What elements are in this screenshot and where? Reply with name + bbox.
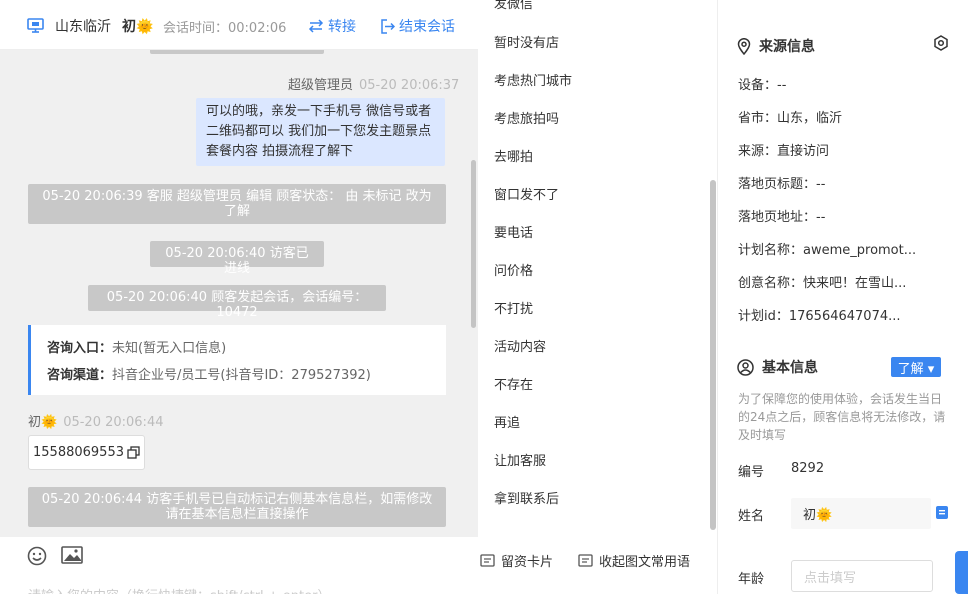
- quick-reply-item[interactable]: 暂时没有店: [494, 32, 559, 51]
- system-message-session-start: 05-20 20:06:40 顾客发起会话，会话编号：10472: [88, 285, 386, 320]
- consult-channel-label: 咨询渠道：: [47, 368, 113, 383]
- quick-reply-panel: 发微信 暂时没有店 考虑热门城市 考虑旅拍吗 去哪拍 窗口发不了 要电话 问价格…: [478, 0, 718, 594]
- visitor-sender-name: 初🌞: [28, 415, 58, 430]
- quick-reply-item[interactable]: 去哪拍: [494, 146, 533, 165]
- quick-reply-item[interactable]: 发微信: [494, 0, 533, 12]
- image-upload-icon[interactable]: [61, 546, 83, 564]
- user-circle-icon: [737, 358, 754, 376]
- copy-name-icon[interactable]: [935, 505, 949, 520]
- age-input[interactable]: 点击填写: [791, 560, 933, 592]
- exit-icon: [380, 18, 395, 34]
- visitor-message-meta: 初🌞 05-20 20:06:44: [28, 411, 163, 430]
- session-time: 会话时间：00:02:06: [163, 21, 287, 36]
- monitor-icon: [27, 18, 44, 33]
- name-field[interactable]: 初🌞: [791, 498, 931, 529]
- copy-icon[interactable]: [127, 446, 140, 459]
- source-info-header: 来源信息: [737, 36, 815, 56]
- quick-reply-item[interactable]: 拿到联系后: [494, 488, 559, 507]
- system-message-visitor-in: 05-20 20:06:40 访客已进线: [150, 241, 324, 276]
- plan-id-row: 计划id：176564647074...: [738, 309, 901, 324]
- settings-icon[interactable]: [933, 35, 949, 51]
- basic-info-header: 基本信息: [737, 357, 818, 377]
- plan-name-row: 计划名称：aweme_promot...: [738, 243, 917, 258]
- transfer-icon: [308, 19, 324, 33]
- location-pin-icon: [737, 37, 751, 55]
- system-message-status-change: 05-20 20:06:39 客服 超级管理员 编辑 顾客状态： 由 未标记 改…: [28, 184, 446, 224]
- quick-reply-item[interactable]: 考虑旅拍吗: [494, 108, 559, 127]
- visitor-location: 山东临沂: [55, 19, 111, 35]
- quick-reply-item[interactable]: 窗口发不了: [494, 184, 559, 203]
- landing-title-row: 落地页标题：--: [738, 177, 826, 192]
- device-row: 设备：--: [738, 78, 787, 93]
- chat-scrollbar[interactable]: [471, 160, 476, 328]
- transfer-label: 转接: [328, 19, 356, 35]
- end-session-button[interactable]: 结束会话: [380, 16, 455, 36]
- creative-name-row: 创意名称：快来吧！在雪山...: [738, 276, 907, 291]
- customer-status-dropdown[interactable]: 了解 ▾: [891, 357, 941, 377]
- quick-reply-item[interactable]: 问价格: [494, 260, 533, 279]
- agent-message-meta: 超级管理员 05-20 20:06:37: [288, 74, 459, 93]
- system-message-phone-marked: 05-20 20:06:44 访客手机号已自动标记右侧基本信息栏，如需修改请在基…: [28, 487, 446, 527]
- quick-reply-item[interactable]: 要电话: [494, 222, 533, 241]
- basic-info-title: 基本信息: [762, 360, 818, 376]
- consult-entry-label: 咨询入口：: [47, 341, 113, 356]
- id-label: 编号: [738, 465, 765, 480]
- province-row: 省市：山东，临沂: [738, 111, 843, 126]
- quick-reply-item[interactable]: 让加客服: [494, 450, 546, 469]
- quick-reply-item[interactable]: 活动内容: [494, 336, 546, 355]
- source-info-title: 来源信息: [759, 39, 815, 55]
- quick-reply-item[interactable]: 考虑热门城市: [494, 70, 572, 89]
- name-label: 姓名: [738, 509, 765, 524]
- collapse-rich-phrases-label: 收起图文常用语: [599, 555, 691, 570]
- message-icon: [578, 554, 593, 567]
- emoji-icon[interactable]: [27, 546, 47, 566]
- lead-card-label: 留资卡片: [501, 555, 554, 570]
- message-input-area[interactable]: 请输入您的内容（换行快捷键：shift/ctrl + enter）: [0, 537, 478, 594]
- lead-card-button[interactable]: 留资卡片: [480, 551, 553, 570]
- quick-reply-scrollbar[interactable]: [710, 180, 716, 530]
- visitor-message-bubble: 15588069553: [28, 435, 145, 470]
- transfer-button[interactable]: 转接: [308, 16, 356, 36]
- side-drawer-tab[interactable]: [955, 551, 968, 594]
- agent-message-bubble: 可以的哦，亲发一下手机号 微信号或者二维码都可以 我们加一下您发主题景点套餐内容…: [196, 98, 445, 166]
- quick-reply-item[interactable]: 不打扰: [494, 298, 533, 317]
- visitor-phone-number: 15588069553: [33, 445, 124, 460]
- name-value: 初🌞: [803, 508, 833, 523]
- agent-sender-name: 超级管理员: [288, 78, 354, 93]
- id-value: 8292: [791, 461, 825, 476]
- agent-message-time: 05-20 20:06:37: [359, 78, 460, 93]
- visitor-message-time: 05-20 20:06:44: [63, 415, 164, 430]
- age-placeholder: 点击填写: [804, 570, 857, 586]
- end-session-label: 结束会话: [399, 19, 455, 35]
- edit-notice: 为了保障您的使用体验，会话发生当日的24点之后，顾客信息将无法修改，请及时填写: [738, 392, 946, 442]
- visitor-name: 初🌞: [122, 19, 154, 35]
- source-row: 来源：直接访问: [738, 144, 830, 159]
- consult-entry-value: 未知(暂无入口信息): [112, 341, 227, 356]
- age-label: 年龄: [738, 572, 765, 587]
- consult-info-card: 咨询入口：未知(暂无入口信息) 咨询渠道：抖音企业号/员工号(抖音号ID：279…: [28, 325, 446, 395]
- customer-info-panel: 来源信息 设备：-- 省市：山东，临沂 来源：直接访问 落地页标题：-- 落地页…: [719, 0, 968, 594]
- message-input-placeholder[interactable]: 请输入您的内容（换行快捷键：shift/ctrl + enter）: [28, 585, 331, 594]
- consult-channel-value: 抖音企业号/员工号(抖音号ID：279527392): [112, 368, 371, 383]
- system-message: [150, 50, 324, 54]
- collapse-rich-phrases-button[interactable]: 收起图文常用语: [578, 551, 690, 570]
- landing-url-row: 落地页地址：--: [738, 210, 826, 225]
- quick-reply-item[interactable]: 再追: [494, 412, 520, 431]
- quick-reply-item[interactable]: 不存在: [494, 374, 533, 393]
- card-icon: [480, 554, 495, 567]
- chat-panel: 山东临沂 初🌞 会话时间：00:02:06 转接 结束会话 超级管理员 05-20…: [0, 0, 478, 594]
- chat-header: 山东临沂 初🌞 会话时间：00:02:06 转接 结束会话: [0, 0, 478, 50]
- message-list[interactable]: 超级管理员 05-20 20:06:37 可以的哦，亲发一下手机号 微信号或者二维…: [0, 50, 478, 537]
